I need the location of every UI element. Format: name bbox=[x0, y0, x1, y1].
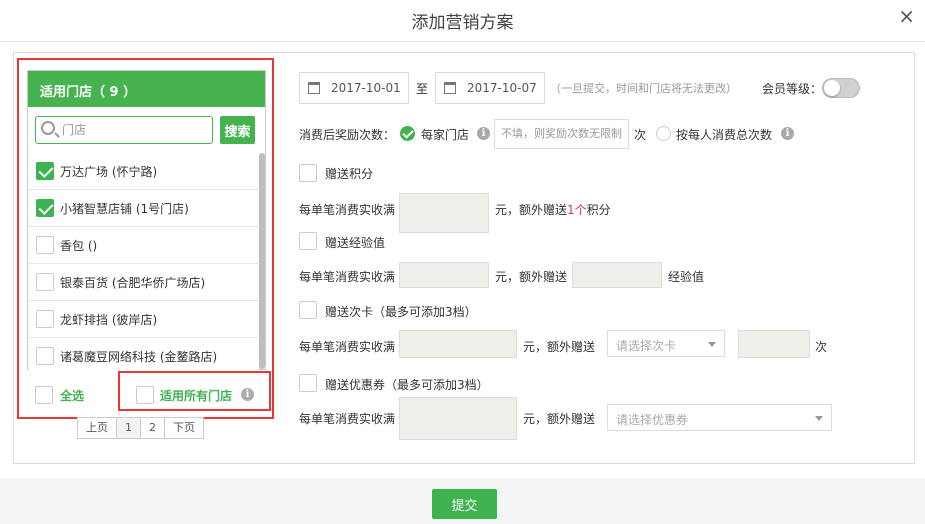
member-level-label: 会员等级： bbox=[762, 82, 823, 96]
points-amount: 1个 bbox=[567, 203, 587, 217]
store-name: 香包 () bbox=[60, 239, 98, 253]
store-search-input[interactable] bbox=[62, 121, 202, 139]
store-item[interactable]: 龙虾排挡 (彼岸店) bbox=[28, 301, 258, 338]
exp-spend-input[interactable] bbox=[399, 262, 489, 288]
card-times-input[interactable] bbox=[738, 330, 810, 358]
store-panel-header: 适用门店（ 9 ） bbox=[28, 71, 265, 107]
store-name: 银泰百货 (合肥华侨广场店) bbox=[60, 276, 206, 290]
date-note: （一旦提交，时间和门店将无法更改） bbox=[550, 82, 737, 95]
store-checkbox[interactable] bbox=[36, 236, 54, 254]
coupon-per-spend-label: 每单笔消费实收满 bbox=[299, 412, 396, 426]
store-list-scrollbar[interactable] bbox=[259, 153, 265, 369]
chevron-down-icon bbox=[815, 416, 823, 421]
per-store-radio[interactable] bbox=[400, 126, 415, 141]
coupon-spend-input[interactable] bbox=[399, 397, 517, 440]
info-icon[interactable]: i bbox=[781, 127, 794, 140]
all-stores-label[interactable]: 适用所有门店 bbox=[160, 387, 232, 404]
per-person-label[interactable]: 按每人消费总次数 bbox=[676, 126, 772, 143]
coupon-select-placeholder: 请选择优惠券 bbox=[616, 413, 689, 427]
end-date-picker[interactable]: 2017-10-07 bbox=[435, 72, 545, 104]
card-select[interactable]: 请选择次卡 bbox=[607, 330, 725, 357]
per-person-radio[interactable] bbox=[656, 126, 671, 141]
dialog-title: 添加营销方案 bbox=[411, 13, 514, 33]
card-spend-input[interactable] bbox=[399, 330, 517, 358]
search-icon bbox=[41, 121, 55, 135]
store-name: 万达广场 (怀宁路) bbox=[60, 165, 158, 179]
member-level-toggle[interactable] bbox=[822, 78, 860, 98]
all-stores-checkbox[interactable] bbox=[136, 386, 154, 404]
points-spend-input[interactable] bbox=[399, 193, 489, 233]
select-all-checkbox[interactable] bbox=[35, 386, 53, 404]
per-store-times-input[interactable]: 不填，则奖励次数无限制 bbox=[494, 119, 629, 149]
times-unit: 次 bbox=[634, 128, 647, 142]
start-date-picker[interactable]: 2017-10-01 bbox=[299, 72, 409, 104]
store-item[interactable]: 诸葛魔豆网络科技 (金鳌路店) bbox=[28, 338, 258, 375]
card-select-placeholder: 请选择次卡 bbox=[616, 339, 677, 353]
next-page-button[interactable]: 下页 bbox=[165, 418, 203, 438]
store-checkbox[interactable] bbox=[36, 199, 54, 217]
page-1-button[interactable]: 1 bbox=[117, 418, 141, 438]
calendar-icon bbox=[444, 82, 456, 94]
store-list: 万达广场 (怀宁路) 小猪智慧店铺 (1号门店) 香包 () 银泰百货 (合肥华… bbox=[28, 153, 258, 375]
exp-per-spend-label: 每单笔消费实收满 bbox=[299, 270, 396, 284]
dialog-header: 添加营销方案 × bbox=[0, 0, 925, 42]
prev-page-button[interactable]: 上页 bbox=[78, 418, 117, 438]
points-suffix-a: 元，额外赠送1个积分 bbox=[495, 201, 611, 218]
points-suffix-unit: 积分 bbox=[586, 203, 611, 217]
coupon-select[interactable]: 请选择优惠券 bbox=[607, 404, 832, 431]
card-title: 赠送次卡（最多可添加3档） bbox=[325, 305, 477, 319]
pagination: 上页 1 2 下页 bbox=[77, 417, 204, 439]
store-item[interactable]: 香包 () bbox=[28, 227, 258, 264]
date-range-separator: 至 bbox=[416, 82, 429, 96]
close-icon[interactable]: × bbox=[898, 6, 915, 26]
points-title: 赠送积分 bbox=[325, 167, 374, 181]
store-checkbox[interactable] bbox=[36, 310, 54, 328]
points-per-spend-label: 每单笔消费实收满 bbox=[299, 203, 396, 217]
store-checkbox[interactable] bbox=[36, 347, 54, 365]
coupon-suffix-a: 元，额外赠送 bbox=[523, 412, 596, 426]
coupon-title: 赠送优惠券（最多可添加3档） bbox=[325, 378, 489, 392]
store-name: 诸葛魔豆网络科技 (金鳌路店) bbox=[60, 350, 218, 364]
start-date-value: 2017-10-01 bbox=[331, 81, 401, 95]
submit-button[interactable]: 提交 bbox=[432, 489, 497, 519]
calendar-icon bbox=[308, 82, 320, 94]
dialog-footer: 提交 bbox=[0, 478, 925, 524]
store-item[interactable]: 银泰百货 (合肥华侨广场店) bbox=[28, 264, 258, 301]
per-store-label[interactable]: 每家门店 bbox=[421, 126, 469, 143]
marketing-plan-dialog: 添加营销方案 × 适用门店（ 9 ） 搜索 万达广场 (怀宁路) 小猪智慧店铺 … bbox=[0, 0, 925, 524]
store-item[interactable]: 小猪智慧店铺 (1号门店) bbox=[28, 190, 258, 227]
exp-suffix-b: 经验值 bbox=[668, 270, 705, 284]
reward-times-label: 消费后奖励次数： bbox=[299, 128, 396, 142]
info-icon[interactable]: i bbox=[477, 127, 490, 140]
points-checkbox[interactable] bbox=[299, 164, 317, 182]
store-name: 龙虾排挡 (彼岸店) bbox=[60, 313, 158, 327]
store-name: 小猪智慧店铺 (1号门店) bbox=[60, 202, 189, 216]
search-button[interactable]: 搜索 bbox=[220, 116, 255, 144]
exp-title: 赠送经验值 bbox=[325, 236, 386, 250]
coupon-checkbox[interactable] bbox=[299, 374, 317, 392]
exp-suffix-a: 元，额外赠送 bbox=[495, 270, 568, 284]
exp-checkbox[interactable] bbox=[299, 232, 317, 250]
points-suffix-text: 元，额外赠送 bbox=[495, 203, 568, 217]
card-checkbox[interactable] bbox=[299, 301, 317, 319]
chevron-down-icon bbox=[708, 342, 716, 347]
store-item[interactable]: 万达广场 (怀宁路) bbox=[28, 153, 258, 190]
select-all-label[interactable]: 全选 bbox=[60, 387, 84, 404]
exp-amount-input[interactable] bbox=[572, 262, 662, 288]
card-per-spend-label: 每单笔消费实收满 bbox=[299, 340, 396, 354]
store-checkbox[interactable] bbox=[36, 273, 54, 291]
end-date-value: 2017-10-07 bbox=[467, 81, 537, 95]
card-suffix-a: 元，额外赠送 bbox=[523, 340, 596, 354]
info-icon[interactable]: i bbox=[241, 388, 254, 401]
card-suffix-b: 次 bbox=[815, 340, 828, 354]
store-checkbox[interactable] bbox=[36, 162, 54, 180]
store-panel: 适用门店（ 9 ） 搜索 万达广场 (怀宁路) 小猪智慧店铺 (1号门店) 香包… bbox=[27, 70, 266, 375]
store-search-box bbox=[35, 116, 213, 144]
page-2-button[interactable]: 2 bbox=[141, 418, 165, 438]
